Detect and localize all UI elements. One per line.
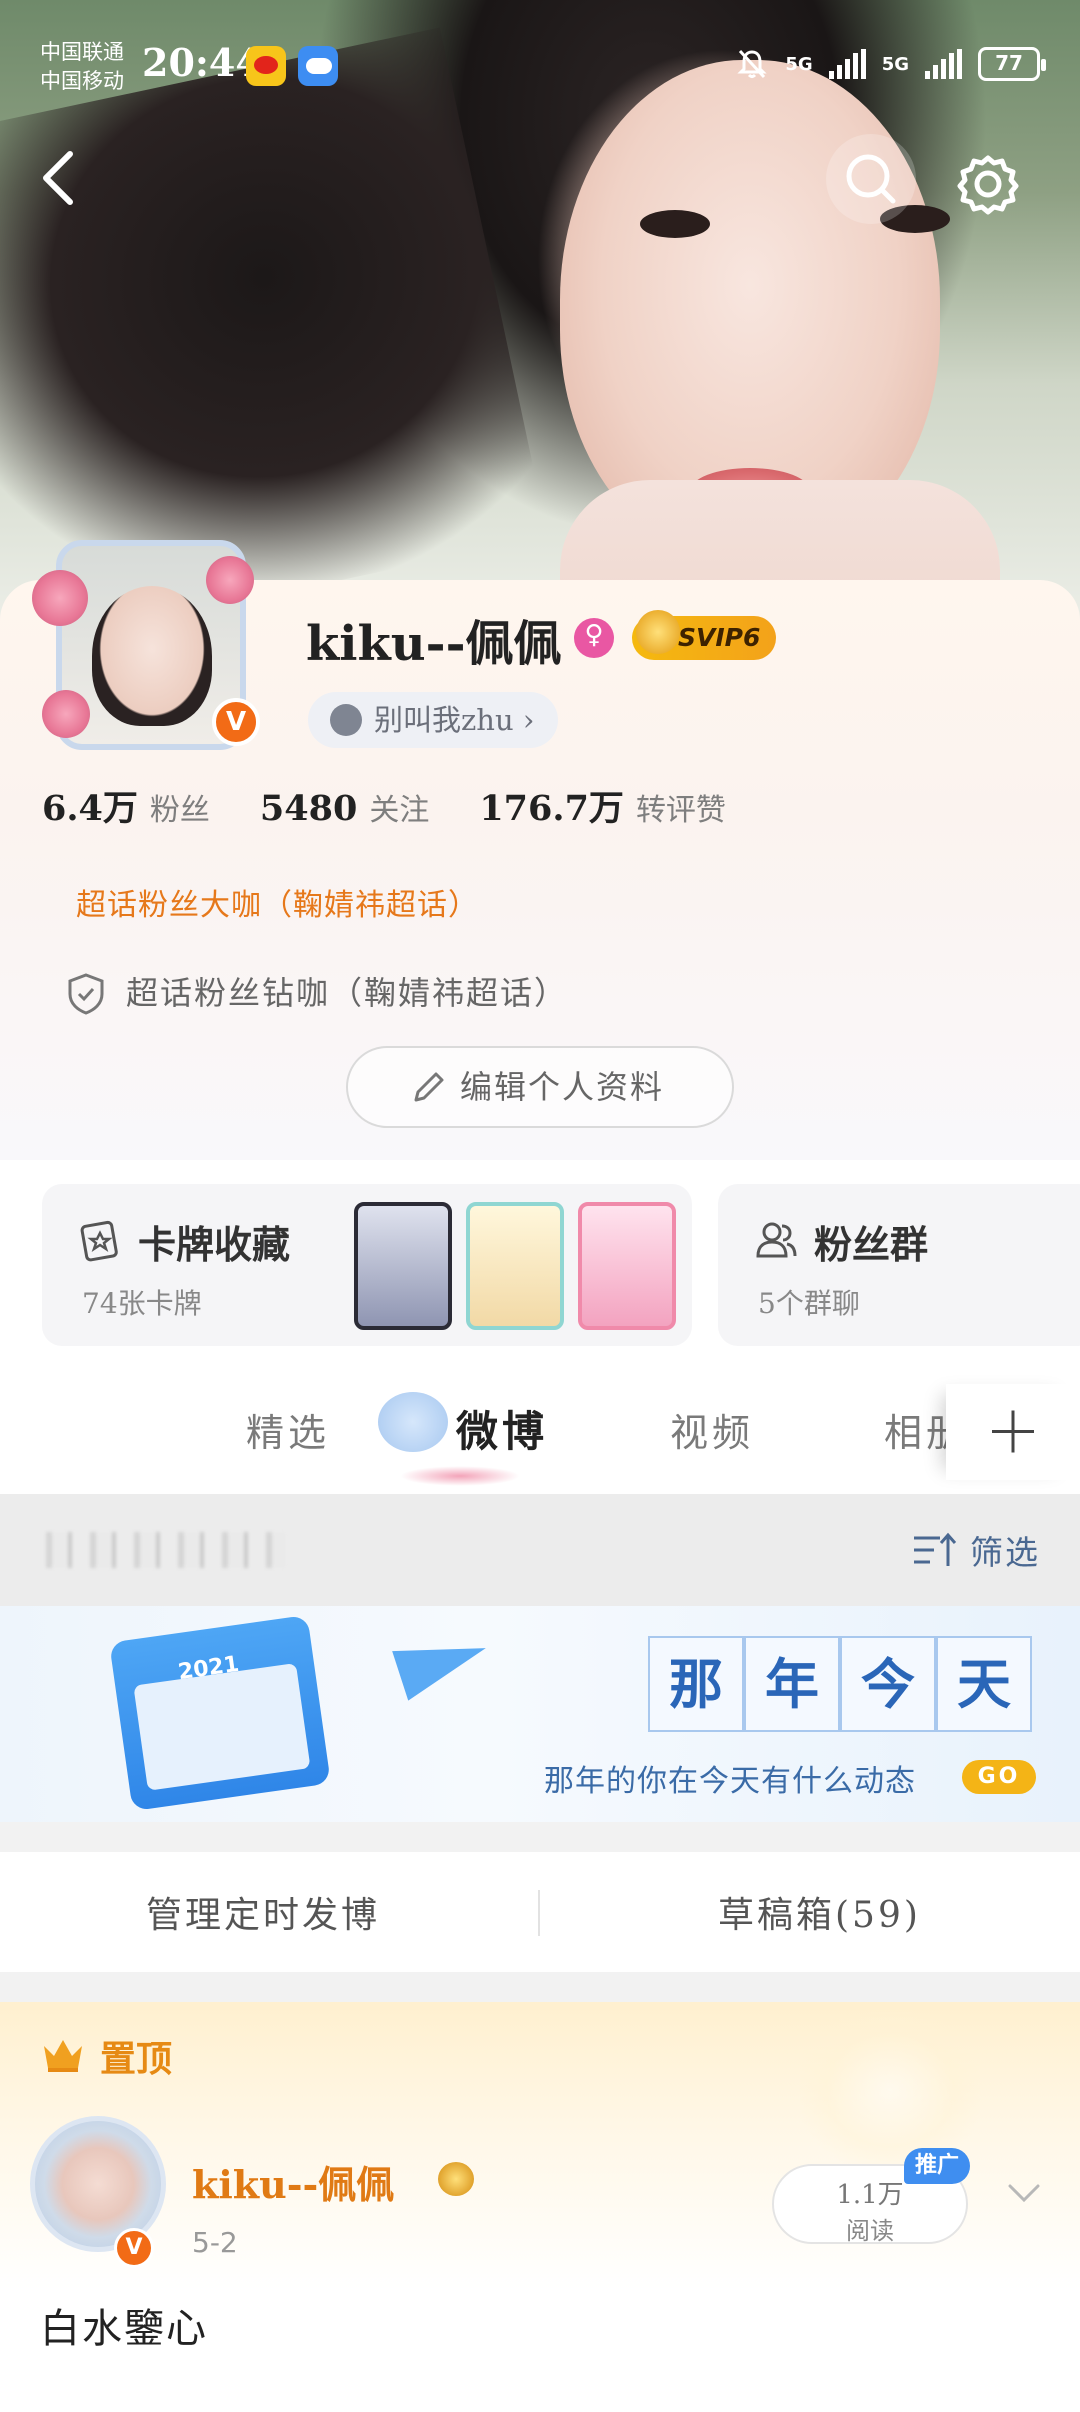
followers-label[interactable]: 粉丝 (150, 785, 210, 829)
interactions-count[interactable]: 176.7万 (479, 780, 624, 831)
paper-plane-icon (392, 1623, 494, 1701)
divider (538, 1890, 540, 1936)
cover-eye-left (640, 210, 710, 238)
back-button[interactable] (36, 146, 86, 210)
filter-label: 筛选 (970, 1533, 1040, 1572)
pencil-icon (414, 1072, 444, 1102)
following-label[interactable]: 关注 (369, 785, 429, 829)
clock: 20:44 (142, 40, 262, 85)
gear-icon (957, 155, 1019, 215)
on-this-day-char: 今 (840, 1636, 936, 1732)
super-topic-title-1[interactable]: 超话粉丝大咖（鞠婧祎超话） (76, 880, 479, 924)
post-date: 5-2 (192, 2226, 238, 2259)
tab-video[interactable]: 视频 (670, 1402, 754, 1457)
settings-button[interactable] (950, 146, 1026, 222)
on-this-day-char: 那 (648, 1636, 744, 1732)
avatar-frame-rose-icon (42, 690, 90, 738)
add-tab-button[interactable] (946, 1384, 1080, 1480)
tab-featured[interactable]: 精选 (246, 1402, 330, 1457)
chevron-left-icon (43, 151, 73, 205)
filter-button[interactable]: 筛选 (912, 1526, 1040, 1574)
feature-cards: 卡牌收藏 74张卡牌 粉丝群 5个群聊 (0, 1160, 1080, 1370)
post-content: 白水鑒心 (40, 2306, 208, 2352)
signal-bars-1-icon (828, 49, 866, 79)
drafts-button[interactable]: 草稿箱(59) (718, 1886, 921, 1938)
battery-indicator: 77 (978, 47, 1046, 81)
search-button[interactable] (826, 134, 916, 224)
filter-sort-icon (914, 1532, 957, 1566)
female-gender-icon (574, 618, 614, 658)
carrier-1: 中国联通 (40, 40, 124, 64)
crown-icon (44, 2040, 82, 2072)
pinned-label: 置顶 (100, 2038, 173, 2080)
status-right: 5G 5G 77 (735, 42, 1046, 86)
following-count[interactable]: 5480 (260, 788, 357, 829)
fan-group-title: 粉丝群 (814, 1222, 929, 1267)
collected-card-thumbnail (354, 1202, 452, 1330)
super-topic-title-2[interactable]: 超话粉丝钻咖（鞠婧祎超话） (126, 968, 568, 1014)
tab-weibo[interactable]: 微博 (456, 1398, 548, 1459)
edit-profile-label: 编辑个人资料 (460, 1068, 665, 1106)
status-bar: 中国联通 中国移动 20:44 5G 5G 77 (40, 32, 1046, 102)
signal-bars-2-icon (925, 49, 962, 79)
avatar-frame-rose-icon (32, 570, 88, 626)
network-type-2: 5G (881, 53, 909, 75)
avatar-frame-rose-icon (206, 556, 254, 604)
svip-label: SVIP6 (678, 623, 761, 652)
carrier-2: 中国移动 (40, 69, 124, 93)
network-type-1: 5G (785, 53, 813, 75)
card-collection-title: 卡牌收藏 (138, 1222, 291, 1267)
card-collection-subtitle: 74张卡牌 (82, 1287, 202, 1320)
card-star-icon (80, 1220, 118, 1262)
profile-tabs: 精选 微博 视频 相册 (0, 1370, 1080, 1494)
group-users-icon (756, 1222, 797, 1258)
search-icon (846, 154, 896, 204)
chevron-right-icon: › (522, 703, 535, 737)
member-crown-icon (438, 2162, 474, 2196)
weather-notification-icon (298, 46, 338, 86)
card-collection-card[interactable]: 卡牌收藏 74张卡牌 (42, 1184, 692, 1346)
read-label: 阅读 (846, 2217, 894, 2245)
mute-bell-icon (737, 49, 767, 79)
calendar-illustration (109, 1614, 331, 1812)
promote-badge[interactable]: 推广 (904, 2148, 970, 2184)
profile-name: kiku--佩佩 (306, 616, 562, 672)
on-this-day-banner[interactable]: 2021 那 年 今 天 那年的你在今天有什么动态 GO (0, 1606, 1080, 1822)
fan-group-card[interactable]: 粉丝群 5个群聊 (718, 1184, 1080, 1346)
weibo-notification-icon (246, 46, 286, 86)
post-verified-badge: V (114, 2228, 154, 2268)
shield-icon (68, 973, 104, 1015)
interactions-label[interactable]: 转评赞 (636, 785, 726, 829)
collected-card-thumbnail (466, 1202, 564, 1330)
verified-badge: V (212, 698, 260, 746)
feed-filter-bar: 筛选 (0, 1494, 1080, 1606)
svip-badge[interactable]: SVIP6 (632, 610, 776, 660)
on-this-day-subtitle: 那年的你在今天有什么动态 (544, 1764, 916, 1799)
crown-watermark-icon (800, 2010, 980, 2170)
on-this-day-go-button[interactable]: GO (962, 1760, 1036, 1794)
post-author-name[interactable]: kiku--佩佩 (192, 2154, 394, 2209)
collected-card-thumbnail (578, 1202, 676, 1330)
carrier-names: 中国联通 中国移动 (40, 38, 124, 96)
tab-decoration-icon (378, 1392, 448, 1452)
profile-stats: 6.4万 粉丝 5480 关注 176.7万 转评赞 (42, 780, 776, 836)
sad-face-icon (330, 704, 362, 736)
on-this-day-char: 年 (744, 1636, 840, 1732)
scheduled-posts-button[interactable]: 管理定时发博 (146, 1886, 380, 1938)
followers-count[interactable]: 6.4万 (42, 780, 138, 831)
remark-pill[interactable]: 别叫我zhu › (308, 692, 559, 748)
tab-active-indicator (400, 1466, 520, 1486)
on-this-day-title: 那 年 今 天 (648, 1636, 1032, 1732)
blurred-content (46, 1532, 286, 1568)
chevron-down-icon[interactable] (1004, 2172, 1044, 2212)
on-this-day-char: 天 (936, 1636, 1032, 1732)
avatar[interactable]: V (32, 530, 266, 760)
post-management-row: 管理定时发博 草稿箱(59) (0, 1852, 1080, 1972)
edit-profile-button[interactable]: 编辑个人资料 (346, 1046, 734, 1128)
fan-group-subtitle: 5个群聊 (758, 1287, 860, 1320)
remark-text: 别叫我zhu (374, 703, 514, 737)
